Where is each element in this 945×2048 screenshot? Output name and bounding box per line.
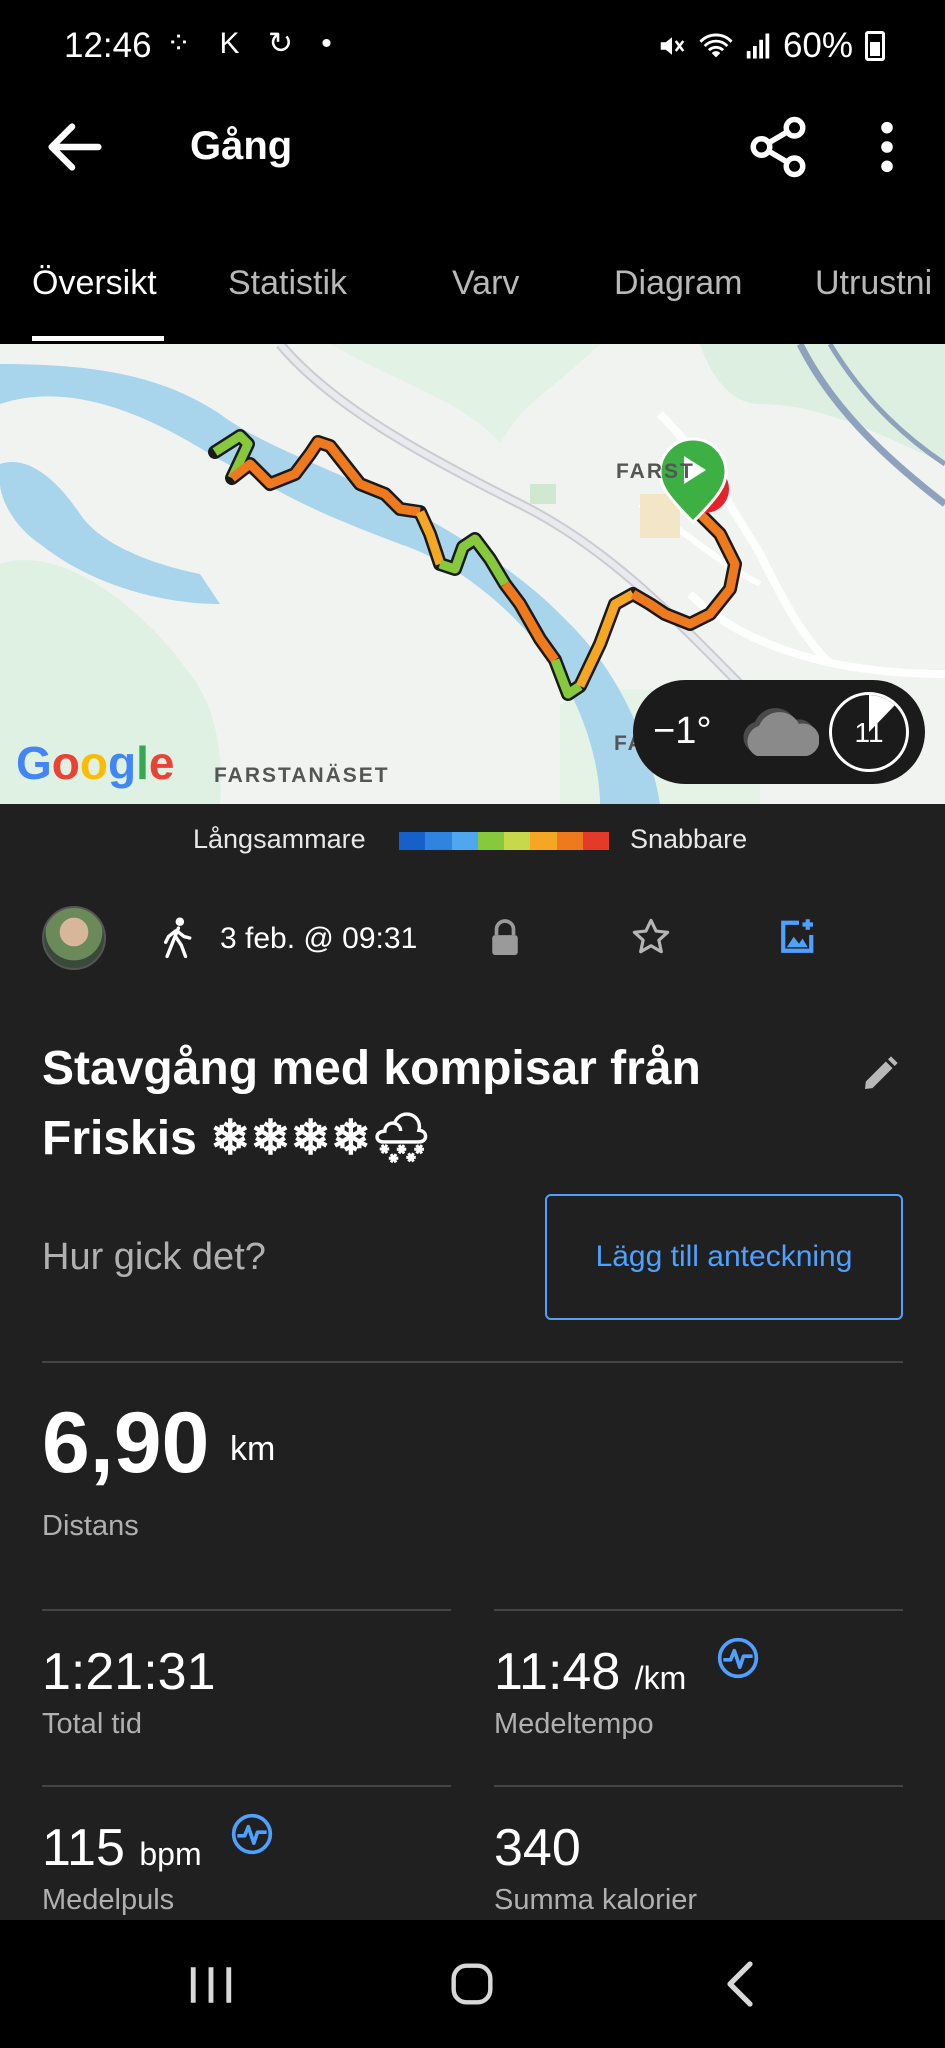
add-photo-icon[interactable] (778, 914, 820, 956)
distance-value: 6,90 (42, 1395, 210, 1491)
legend-slower-label: Långsammare (193, 824, 366, 854)
divider (494, 1785, 903, 1787)
total-time-label: Total tid (42, 1708, 142, 1740)
tab-bar: Översikt Statistik Varv Diagram Utrustni (0, 230, 945, 342)
status-notification-icons: ⁘ K ↻ • (166, 27, 342, 60)
calories-value: 340 (494, 1819, 581, 1877)
tab-varv[interactable]: Varv (452, 264, 519, 303)
edit-pencil-icon[interactable] (860, 1054, 900, 1094)
page-title: Gång (190, 124, 293, 168)
avg-hr-number: 115 (42, 1819, 125, 1877)
wifi-icon (699, 33, 733, 58)
pace-legend: Långsammare Snabbare (0, 822, 945, 862)
total-time-value: 1:21:31 (42, 1643, 216, 1701)
divider (42, 1785, 451, 1787)
distance-unit: km (230, 1430, 276, 1468)
share-icon[interactable] (745, 114, 811, 180)
divider (42, 1609, 451, 1611)
signal-icon (746, 33, 770, 59)
map-label-farstanaset: FARSTANÄSET (214, 764, 390, 787)
add-note-button[interactable]: Lägg till anteckning (545, 1194, 903, 1320)
legend-color-bar (399, 832, 609, 850)
home-icon[interactable] (450, 1962, 494, 2006)
star-icon[interactable] (630, 916, 672, 958)
weather-temperature: −1° (653, 710, 712, 752)
avg-hr-value: 115 bpm (42, 1818, 202, 1878)
activity-meta-row: 3 feb. @ 09:31 (0, 904, 945, 980)
performance-icon[interactable] (716, 1636, 760, 1680)
avg-pace-number: 11:48 (494, 1643, 621, 1701)
route-map[interactable]: FARST FA FARSTANÄSET Google −1° 11 (0, 344, 945, 804)
walking-icon (163, 917, 192, 959)
battery-icon (865, 31, 885, 61)
avg-pace-label: Medeltempo (494, 1708, 654, 1740)
status-time: 12:46 (64, 26, 152, 65)
avg-hr-unit: bpm (139, 1836, 202, 1872)
activity-title[interactable]: Stavgång med kompisar från Friskis ❄❄❄❄🌨 (42, 1034, 802, 1174)
more-options-icon[interactable] (858, 114, 916, 180)
tab-utrustning[interactable]: Utrustni (815, 264, 932, 303)
heart-rate-icon[interactable] (230, 1812, 274, 1856)
map-label-farsta: FARST (616, 460, 695, 483)
avg-pace-unit: /km (634, 1660, 687, 1696)
tab-oversikt[interactable]: Översikt (32, 264, 157, 303)
timer-value: 11 (854, 717, 884, 748)
activity-details: Långsammare Snabbare 3 feb. @ 09:31 Stav… (0, 804, 945, 1920)
how-did-it-go-prompt: Hur gick det? (42, 1236, 266, 1278)
tab-diagram[interactable]: Diagram (614, 264, 742, 303)
recent-apps-icon[interactable] (186, 1964, 236, 2006)
nav-back-icon[interactable] (722, 1960, 758, 2008)
divider (494, 1609, 903, 1611)
status-right: 60% (657, 26, 885, 66)
battery-percent: 60% (782, 26, 853, 65)
google-attribution-logo: Google (16, 737, 175, 789)
system-nav-bar (0, 1920, 945, 2048)
tab-statistik[interactable]: Statistik (228, 264, 347, 303)
active-tab-indicator (32, 336, 164, 341)
calories-label: Summa kalorier (494, 1884, 698, 1916)
cloud-icon (743, 708, 819, 756)
avatar[interactable] (42, 906, 106, 970)
status-bar: 12:46 ⁘ K ↻ • 60% (0, 0, 945, 92)
activity-date: 3 feb. @ 09:31 (220, 922, 418, 955)
distance-label: Distans (42, 1510, 139, 1542)
lock-icon[interactable] (488, 918, 522, 958)
legend-faster-label: Snabbare (630, 824, 748, 854)
mute-icon (660, 37, 685, 55)
avg-hr-label: Medelpuls (42, 1884, 175, 1916)
avg-pace-value: 11:48 /km (494, 1642, 686, 1702)
weather-badge[interactable]: −1° 11 (633, 680, 925, 784)
divider (42, 1361, 903, 1363)
back-arrow-icon[interactable] (40, 112, 110, 182)
timer-dial: 11 (829, 692, 909, 772)
